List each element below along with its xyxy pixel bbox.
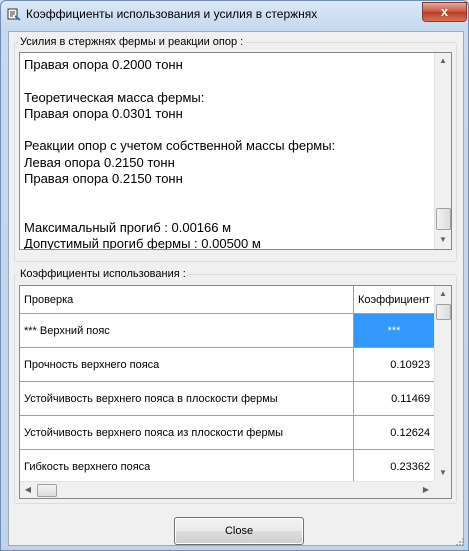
resize-grip-icon[interactable]	[455, 537, 465, 547]
window-close-button[interactable]: x	[422, 2, 467, 22]
column-header-coefficient[interactable]: Коэффициент	[353, 286, 436, 314]
forces-group-title: Усилия в стержнях фермы и реакции опор :	[18, 36, 246, 48]
table-row[interactable]: Гибкость верхнего пояса 0.23362	[20, 449, 436, 484]
forces-text: Правая опора 0.2000 тонн Теоретическая м…	[24, 57, 336, 250]
row-value[interactable]: 0.11469	[353, 381, 436, 416]
row-check: Устойчивость верхнего пояса из плоскости…	[20, 415, 354, 450]
row-check: Гибкость верхнего пояса	[20, 449, 354, 484]
window-title: Коэффициенты использования и усилия в ст…	[26, 7, 318, 21]
coef-grid[interactable]: Проверка Коэффициент *** Верхний пояс **…	[19, 285, 452, 499]
coef-group-title: Коэффициенты использования :	[18, 268, 188, 280]
table-row[interactable]: Прочность верхнего пояса 0.10923	[20, 347, 436, 382]
title-bar[interactable]: Коэффициенты использования и усилия в ст…	[1, 1, 468, 29]
column-header-check[interactable]: Проверка	[20, 286, 354, 314]
table-row[interactable]: *** Верхний пояс ***	[20, 313, 436, 348]
scroll-right-icon[interactable]: ▶	[418, 482, 434, 498]
dialog-window: Коэффициенты использования и усилия в ст…	[0, 0, 469, 551]
scroll-up-icon[interactable]: ▲	[435, 286, 451, 302]
scroll-up-icon[interactable]: ▲	[435, 53, 451, 69]
scroll-thumb[interactable]	[436, 208, 451, 230]
forces-memo[interactable]: Правая опора 0.2000 тонн Теоретическая м…	[19, 52, 452, 250]
row-value-selected[interactable]: ***	[353, 313, 436, 348]
app-icon	[7, 8, 21, 21]
scroll-corner	[434, 481, 451, 498]
table-header-row: Проверка Коэффициент	[20, 286, 436, 314]
row-value[interactable]: 0.10923	[353, 347, 436, 382]
scroll-down-icon[interactable]: ▼	[435, 465, 451, 481]
grid-vertical-scrollbar[interactable]: ▲ ▼	[434, 286, 451, 481]
scroll-thumb[interactable]	[436, 304, 451, 320]
row-check: Прочность верхнего пояса	[20, 347, 354, 382]
table-row[interactable]: Устойчивость верхнего пояса из плоскости…	[20, 415, 436, 450]
row-check: Устойчивость верхнего пояса в плоскости …	[20, 381, 354, 416]
row-value[interactable]: 0.23362	[353, 449, 436, 484]
scroll-left-icon[interactable]: ◀	[20, 482, 36, 498]
row-value[interactable]: 0.12624	[353, 415, 436, 450]
row-check: *** Верхний пояс	[20, 313, 354, 348]
table-row[interactable]: Устойчивость верхнего пояса в плоскости …	[20, 381, 436, 416]
scroll-down-icon[interactable]: ▼	[435, 232, 451, 248]
dialog-client: Усилия в стержнях фермы и реакции опор :…	[8, 31, 464, 546]
forces-vertical-scrollbar[interactable]: ▲ ▼	[434, 53, 451, 249]
close-button[interactable]: Close	[174, 517, 304, 545]
grid-horizontal-scrollbar[interactable]: ◀ ▶	[20, 481, 434, 498]
coef-table: Проверка Коэффициент *** Верхний пояс **…	[20, 286, 436, 484]
scroll-thumb[interactable]	[37, 484, 57, 497]
